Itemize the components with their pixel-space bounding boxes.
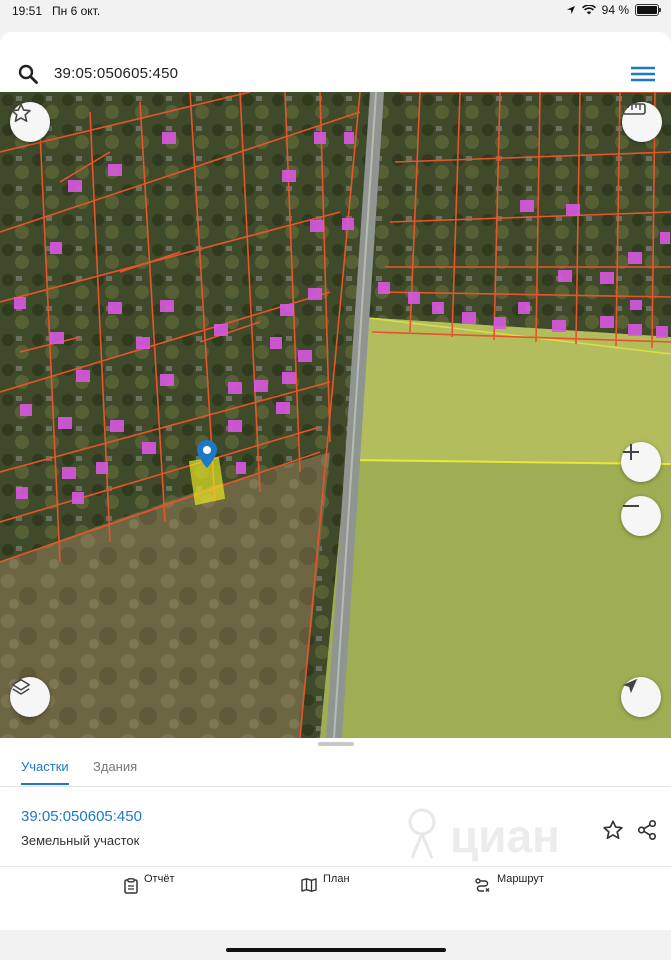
status-date: Пн 6 окт.: [52, 4, 101, 18]
map-view[interactable]: [0, 92, 671, 738]
star-icon[interactable]: [602, 819, 624, 841]
parcel-type: Земельный участок: [21, 833, 140, 848]
favorites-button[interactable]: [10, 102, 50, 142]
clipboard-icon: [124, 878, 138, 894]
route-button[interactable]: Маршрут: [475, 873, 544, 892]
star-icon: [11, 103, 31, 122]
hamburger-menu-icon[interactable]: [631, 66, 655, 82]
status-bar: 19:51 Пн 6 окт. 94 %: [0, 0, 671, 22]
layers-button[interactable]: [10, 677, 50, 717]
search-bar[interactable]: 39:05:050605:450: [6, 58, 665, 90]
share-icon[interactable]: [636, 819, 658, 841]
status-time: 19:51: [12, 4, 43, 18]
sheet-tabs: Участки Здания: [0, 746, 671, 787]
battery-percent: 94 %: [601, 3, 629, 17]
parcel-cadastral-number[interactable]: 39:05:050605:450: [21, 808, 142, 825]
minus-icon: [623, 505, 639, 507]
satellite-map[interactable]: [0, 92, 671, 738]
app-window: 39:05:050605:450 Участки Здания циан 39:…: [0, 32, 671, 930]
route-icon: [475, 878, 490, 892]
search-input[interactable]: 39:05:050605:450: [54, 65, 178, 82]
plan-button[interactable]: План: [301, 873, 350, 892]
my-location-button[interactable]: [621, 677, 661, 717]
map-icon: [301, 878, 317, 892]
wifi-icon: [581, 5, 596, 15]
tab-buildings[interactable]: Здания: [93, 759, 137, 774]
ruler-button[interactable]: [622, 102, 662, 142]
location-arrow-icon: [622, 678, 638, 694]
ruler-icon: [622, 103, 646, 115]
battery-icon: [635, 4, 661, 16]
status-indicators: 94 %: [566, 3, 661, 17]
plan-label: План: [323, 873, 350, 885]
home-indicator[interactable]: [226, 948, 446, 952]
zoom-out-button[interactable]: [621, 496, 661, 536]
report-button[interactable]: Отчёт: [124, 873, 174, 894]
location-services-icon: [566, 6, 575, 14]
search-icon[interactable]: [18, 64, 38, 84]
cian-watermark-logo: циан: [408, 808, 560, 862]
report-label: Отчёт: [144, 873, 175, 885]
layers-icon: [12, 679, 30, 695]
tab-parcels[interactable]: Участки: [21, 759, 69, 785]
zoom-in-button[interactable]: [621, 442, 661, 482]
location-pin-icon[interactable]: [197, 440, 217, 468]
bottom-sheet: Участки Здания циан 39:05:050605:450 Зем…: [0, 738, 671, 930]
route-label: Маршрут: [497, 873, 544, 885]
action-bar: Отчёт План Маршрут: [0, 866, 671, 930]
plus-icon: [623, 444, 639, 460]
svg-text:циан: циан: [450, 810, 560, 862]
